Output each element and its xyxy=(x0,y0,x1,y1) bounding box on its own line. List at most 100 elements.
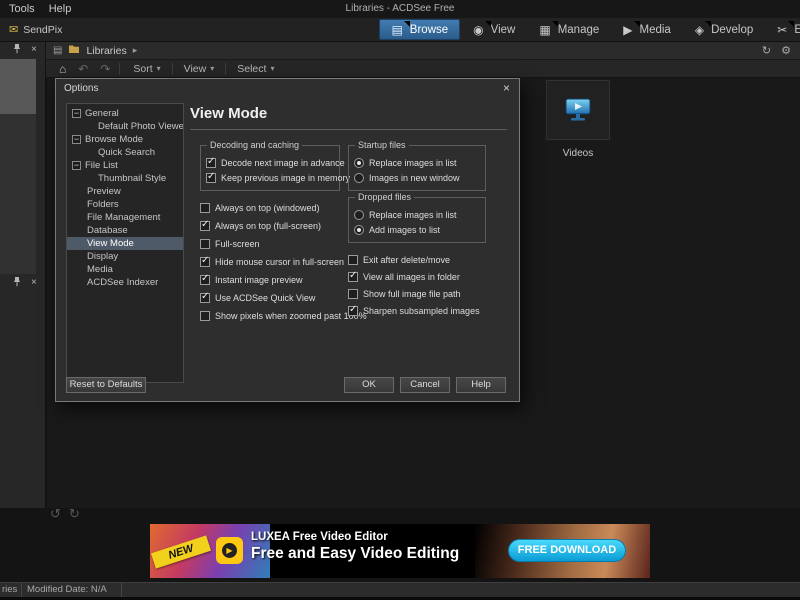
left-checks: Always on top (windowed) ✓ Always on top (… xyxy=(200,199,367,325)
forward-icon[interactable]: ↷ xyxy=(95,62,115,76)
close-panel-icon[interactable]: × xyxy=(31,45,37,55)
tab-icon-wrap: ▤ xyxy=(391,20,410,37)
cancel-button[interactable]: Cancel xyxy=(400,377,450,393)
tab-manage[interactable]: ▦ Manage xyxy=(528,19,610,40)
tab-notch-icon xyxy=(551,20,558,27)
ok-button[interactable]: OK xyxy=(344,377,394,393)
sendpix-button[interactable]: ✉ SendPix xyxy=(3,18,68,41)
checkbox-label: Always on top (full-screen) xyxy=(215,221,322,231)
radio-circle xyxy=(354,172,364,183)
tab-e[interactable]: ✂ E xyxy=(766,19,800,40)
tab-notch-icon xyxy=(788,20,795,27)
checkbox-sharpen-subsampled-images[interactable]: ✓ Sharpen subsampled images xyxy=(348,302,486,319)
breadcrumb-location[interactable]: Libraries xyxy=(86,45,126,57)
tree-item-browse-mode[interactable]: − Browse Mode xyxy=(67,133,183,146)
caret-down-icon: ▾ xyxy=(156,64,161,73)
tree-item-quick-search[interactable]: Quick Search xyxy=(67,146,183,159)
tree-item-label: Default Photo Viewer xyxy=(98,121,183,132)
checkbox-keep-previous-image-in-memory[interactable]: ✓ Keep previous image in memory xyxy=(206,170,350,185)
check-mark-icon: ✓ xyxy=(349,303,358,315)
tab-browse[interactable]: ▤ Browse xyxy=(379,19,461,40)
tab-label: Develop xyxy=(711,23,754,36)
tab-view[interactable]: ◉ View xyxy=(462,19,526,40)
view-dropdown[interactable]: View ▾ xyxy=(175,63,224,75)
radio-label: Replace images in list xyxy=(369,157,457,168)
view-dropdown-label: View xyxy=(183,62,207,75)
tree-item-label: Media xyxy=(87,264,113,275)
checkbox-full-screen[interactable]: Full-screen xyxy=(200,235,340,253)
tree-item-file-management[interactable]: File Management xyxy=(67,211,183,224)
rotate-right-icon[interactable]: ↻ xyxy=(69,506,80,522)
panel-toggle-icon[interactable]: ▤ xyxy=(53,45,62,56)
checkbox-decode-next-image-in-advance[interactable]: ✓ Decode next image in advance xyxy=(206,155,345,170)
tab-icon-wrap: ▦ xyxy=(539,20,558,37)
pin-icon[interactable] xyxy=(12,274,22,292)
back-icon[interactable]: ↶ xyxy=(73,62,93,76)
breadcrumb-bar: ▤ Libraries ▸ ↻ ⚙ xyxy=(46,42,800,60)
tree-item-database[interactable]: Database xyxy=(67,224,183,237)
tree-collapse-icon[interactable]: − xyxy=(72,135,81,144)
free-download-button[interactable]: FREE DOWNLOAD xyxy=(508,539,626,562)
checkbox-always-on-top-windowed[interactable]: Always on top (windowed) xyxy=(200,199,340,217)
tree-collapse-icon[interactable]: − xyxy=(72,109,81,118)
check-mark-icon: ✓ xyxy=(201,273,210,284)
tree-item-view-mode[interactable]: View Mode xyxy=(67,237,183,250)
tab-notch-icon xyxy=(484,20,491,27)
checkbox-box: ✓ xyxy=(200,219,210,231)
checkbox-label: Sharpen subsampled images xyxy=(363,305,480,316)
tab-develop[interactable]: ◈ Develop xyxy=(684,19,764,40)
checkbox-box: ✓ xyxy=(200,255,210,267)
tree-item-general[interactable]: − General xyxy=(67,107,183,120)
refresh-icon[interactable]: ↻ xyxy=(762,44,771,57)
right-checks: Exit after delete/move ✓ View all images i… xyxy=(348,251,486,319)
tree-item-display[interactable]: Display xyxy=(67,250,183,263)
tree-item-media[interactable]: Media xyxy=(67,263,183,276)
sendpix-label: SendPix xyxy=(23,23,63,36)
radio-images-in-new-window[interactable]: Images in new window xyxy=(354,170,481,185)
radio-replace-images-in-list[interactable]: Replace images in list xyxy=(354,207,481,222)
radio-replace-images-in-list[interactable]: Replace images in list xyxy=(354,155,481,170)
tree-item-file-list[interactable]: − File List xyxy=(67,159,183,172)
left-sidebar: × × xyxy=(0,42,46,508)
folder-tile-label: Videos xyxy=(562,148,594,159)
select-dropdown[interactable]: Select ▾ xyxy=(228,63,283,75)
checkbox-show-full-image-file-path[interactable]: Show full image file path xyxy=(348,285,486,302)
tree-item-label: View Mode xyxy=(87,238,134,249)
tree-item-thumbnail-style[interactable]: Thumbnail Style xyxy=(67,172,183,185)
checkbox-hide-mouse-cursor-in-full-screen[interactable]: ✓ Hide mouse cursor in full-screen xyxy=(200,253,344,271)
tree-item-label: Preview xyxy=(87,186,121,197)
tree-item-folders[interactable]: Folders xyxy=(67,198,183,211)
collapsed-panel[interactable] xyxy=(0,59,36,114)
home-icon[interactable]: ⌂ xyxy=(54,62,71,76)
reset-to-defaults-button[interactable]: Reset to Defaults xyxy=(66,377,146,393)
dialog-close-icon[interactable]: × xyxy=(499,81,514,96)
breadcrumb-chevron-icon[interactable]: ▸ xyxy=(133,45,138,56)
tab-media[interactable]: ▶ Media xyxy=(612,19,682,40)
checkbox-view-all-images-in-folder[interactable]: ✓ View all images in folder xyxy=(348,268,486,285)
tree-item-preview[interactable]: Preview xyxy=(67,185,183,198)
help-button[interactable]: Help xyxy=(456,377,506,393)
radio-add-images-to-list[interactable]: Add images to list xyxy=(354,222,481,237)
options-page-title: View Mode xyxy=(190,105,268,122)
folder-tile-videos[interactable]: Videos xyxy=(542,80,614,159)
pin-icon[interactable] xyxy=(12,41,22,59)
rotate-left-icon[interactable]: ↺ xyxy=(50,506,61,522)
settings-gear-icon[interactable]: ⚙ xyxy=(781,44,791,57)
menu-tools[interactable]: Tools xyxy=(2,0,42,18)
checkbox-exit-after-delete-move[interactable]: Exit after delete/move xyxy=(348,251,486,268)
tree-collapse-icon[interactable]: − xyxy=(72,161,81,170)
collapsed-panel-lower[interactable] xyxy=(0,114,36,274)
menu-help[interactable]: Help xyxy=(42,0,79,18)
tree-item-default-photo-viewer[interactable]: Default Photo Viewer xyxy=(67,120,183,133)
checkbox-label: Show pixels when zoomed past 100% xyxy=(215,311,367,321)
checkbox-always-on-top-full-screen[interactable]: ✓ Always on top (full-screen) xyxy=(200,217,340,235)
radio-circle xyxy=(354,224,364,235)
ad-banner[interactable]: NEW ▶ LUXEA Free Video Editor Free and E… xyxy=(150,524,650,578)
checkbox-instant-image-preview[interactable]: ✓ Instant image preview xyxy=(200,271,340,289)
checkbox-box: ✓ xyxy=(348,270,358,282)
checkbox-show-pixels-when-zoomed-past-100[interactable]: Show pixels when zoomed past 100% xyxy=(200,307,367,325)
close-panel-icon[interactable]: × xyxy=(31,278,37,288)
tree-item-acdsee-indexer[interactable]: ACDSee Indexer xyxy=(67,276,183,289)
checkbox-use-acdsee-quick-view[interactable]: ✓ Use ACDSee Quick View xyxy=(200,289,340,307)
sort-dropdown[interactable]: Sort ▾ xyxy=(124,63,169,75)
